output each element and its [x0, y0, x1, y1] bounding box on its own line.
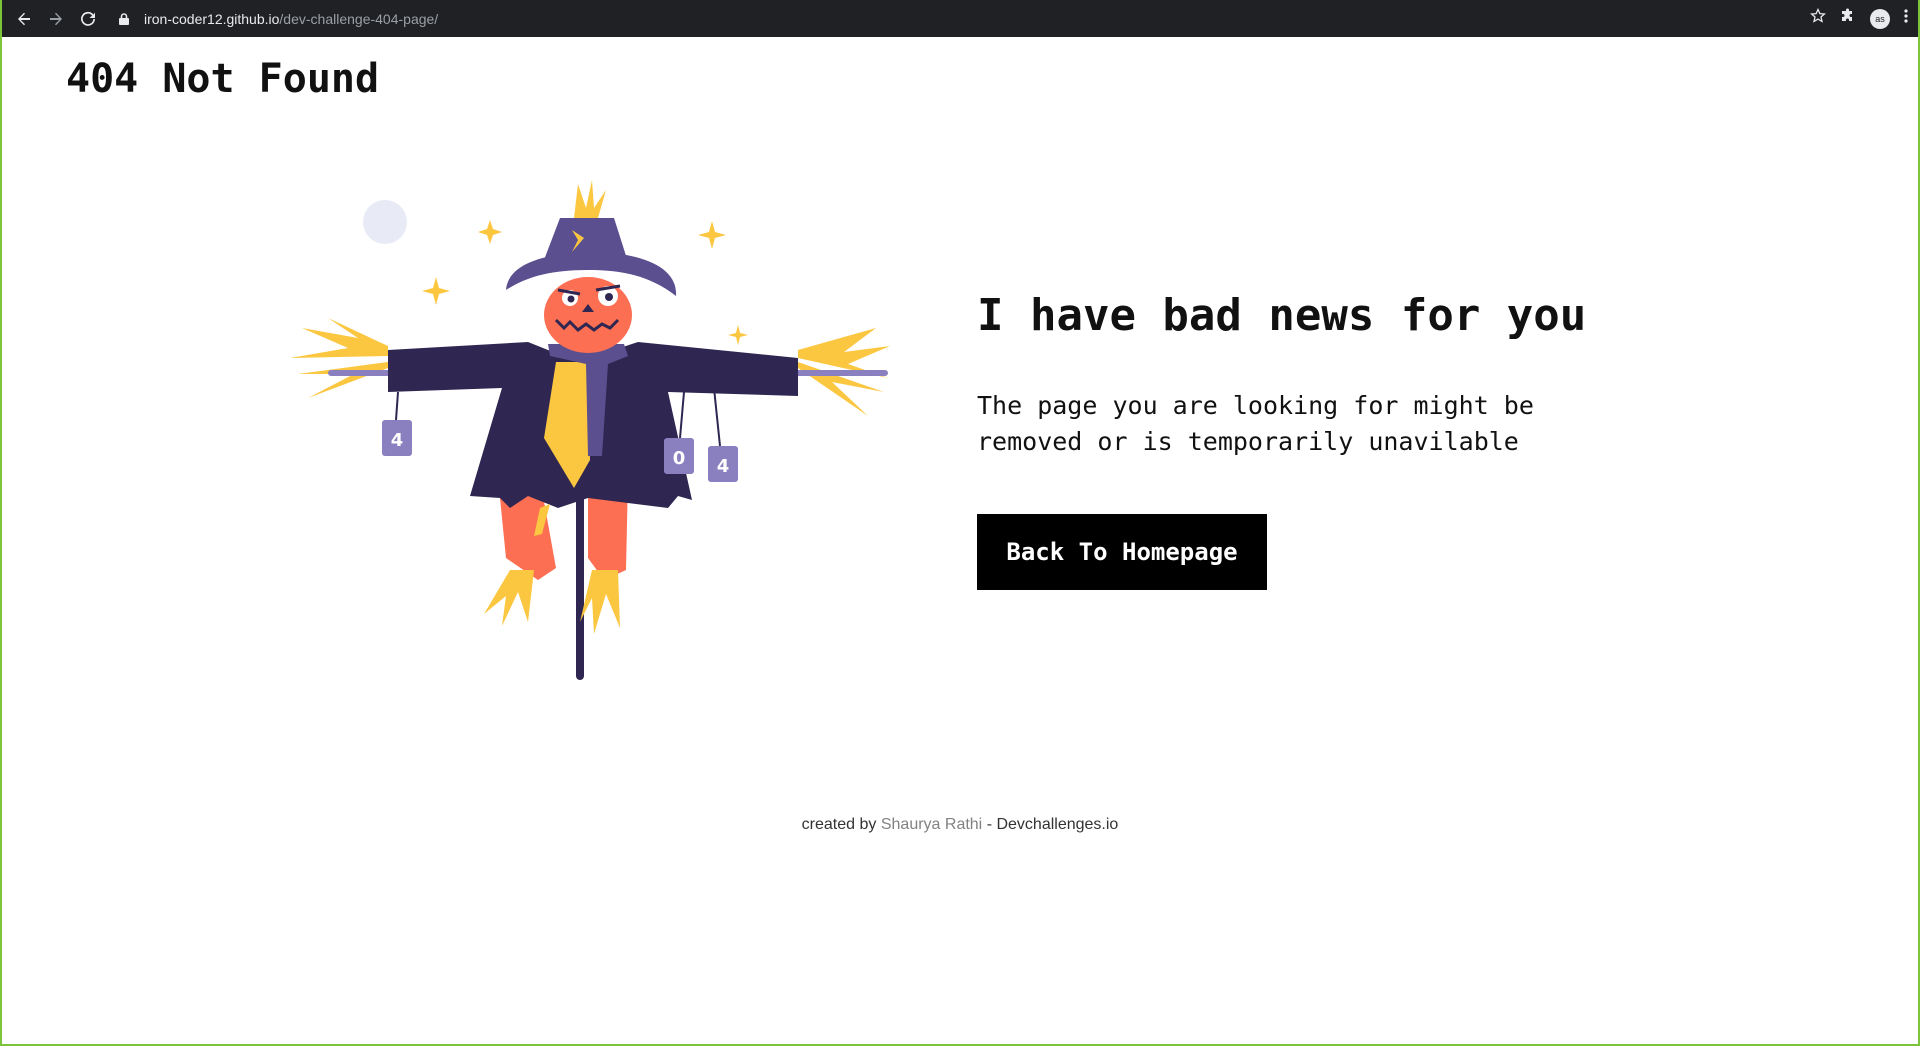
can-right-label: 4: [717, 456, 730, 477]
footer: created by Shaurya Rathi - Devchallenges…: [2, 816, 1918, 834]
error-message: The page you are looking for might be re…: [977, 388, 1637, 460]
reload-icon: [81, 11, 95, 26]
hat-straw: [574, 180, 606, 218]
url-host: iron-coder12.github.io: [144, 10, 280, 27]
headline: I have bad news for you: [977, 290, 1587, 341]
toolbar-actions: as: [1810, 7, 1908, 29]
lock-icon: [116, 11, 132, 27]
can-middle-label: 0: [673, 448, 686, 469]
forward-arrow-icon: [50, 12, 62, 25]
error-message-line-1: The page you are looking for might be: [977, 391, 1534, 420]
profile-avatar[interactable]: as: [1870, 8, 1890, 29]
scarecrow-illustration: 4 0 4: [290, 180, 890, 680]
reload-button[interactable]: [72, 3, 104, 35]
can-right: 4: [708, 387, 738, 482]
browser-window: iron-coder12.github.io /dev-challenge-40…: [0, 0, 1920, 1046]
error-content: I have bad news for you The page you are…: [977, 288, 1637, 590]
extensions-puzzle-icon[interactable]: [1840, 8, 1856, 29]
browser-toolbar: iron-coder12.github.io /dev-challenge-40…: [2, 0, 1918, 37]
hat-crown: [544, 218, 628, 262]
error-message-line-2: removed or is temporarily unavilable: [977, 427, 1519, 456]
straw-left-hand: [290, 318, 388, 398]
moon-shape: [363, 200, 407, 244]
devchallenges-link[interactable]: Devchallenges.io: [996, 816, 1118, 833]
bookmark-star-icon[interactable]: [1810, 7, 1826, 29]
page-title: 404 Not Found: [66, 56, 380, 102]
author-link[interactable]: Shaurya Rathi: [881, 816, 982, 833]
back-to-homepage-button[interactable]: Back To Homepage: [977, 514, 1267, 590]
left-foot-straw: [484, 570, 534, 626]
address-bar[interactable]: iron-coder12.github.io /dev-challenge-40…: [110, 4, 1804, 33]
url-path: /dev-challenge-404-page/: [279, 10, 439, 27]
can-left-label: 4: [391, 430, 404, 451]
back-button[interactable]: [8, 3, 40, 35]
back-arrow-icon: [18, 12, 30, 25]
pumpkin-head: [544, 277, 632, 353]
forward-button[interactable]: [40, 3, 72, 35]
menu-kebab-icon[interactable]: [1904, 8, 1908, 29]
footer-separator: -: [986, 816, 993, 833]
can-left: 4: [382, 391, 412, 456]
right-foot-straw: [580, 570, 620, 634]
footer-prefix: created by: [801, 816, 877, 833]
